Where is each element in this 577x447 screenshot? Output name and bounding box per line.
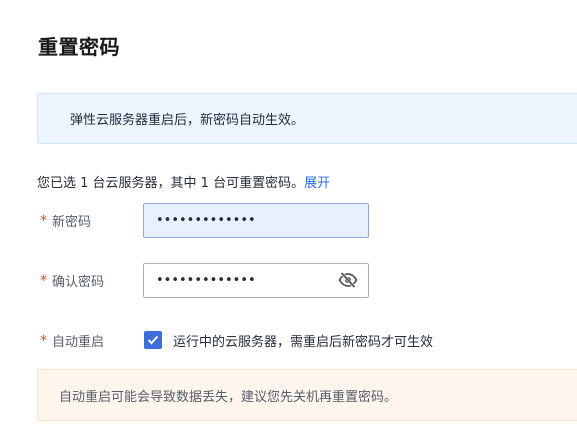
new-password-input[interactable] [143, 202, 369, 238]
auto-restart-checkbox-label[interactable]: 运行中的云服务器，需重启后新密码才可生效 [173, 331, 433, 350]
confirm-password-label-text: 确认密码 [52, 274, 105, 290]
auto-restart-checkbox[interactable] [144, 331, 162, 349]
new-password-label: * 新密码 [40, 211, 143, 230]
page-title: 重置密码 [38, 35, 120, 59]
info-banner-text: 弹性云服务器重启后，新密码自动生效。 [70, 113, 305, 128]
required-mark: * [40, 213, 47, 229]
info-banner: 弹性云服务器重启后，新密码自动生效。 [37, 93, 577, 144]
confirm-password-input[interactable] [143, 262, 369, 298]
confirm-password-field-wrap [143, 262, 369, 298]
expand-link[interactable]: 展开 [304, 176, 330, 191]
check-icon [147, 335, 159, 345]
auto-restart-label-text: 自动重启 [52, 334, 105, 350]
new-password-label-text: 新密码 [52, 214, 92, 230]
warning-banner: 自动重启可能会导致数据丢失，建议您先关机再重置密码。 [37, 369, 577, 421]
warning-banner-text: 自动重启可能会导致数据丢失，建议您先关机再重置密码。 [59, 390, 398, 405]
selection-summary-text: 您已选 1 台云服务器，其中 1 台可重置密码。 [37, 176, 305, 191]
auto-restart-label: * 自动重启 [40, 331, 143, 350]
confirm-password-label: * 确认密码 [40, 271, 143, 290]
new-password-field-wrap [143, 202, 369, 238]
auto-restart-row: * 自动重启 运行中的云服务器，需重启后新密码才可生效 [40, 323, 433, 357]
selection-summary: 您已选 1 台云服务器，其中 1 台可重置密码。展开 [37, 172, 330, 191]
confirm-password-row: * 确认密码 [40, 262, 369, 298]
required-mark: * [40, 333, 47, 349]
eye-slash-icon[interactable] [338, 271, 358, 289]
required-mark: * [40, 273, 47, 289]
new-password-row: * 新密码 [40, 202, 369, 238]
